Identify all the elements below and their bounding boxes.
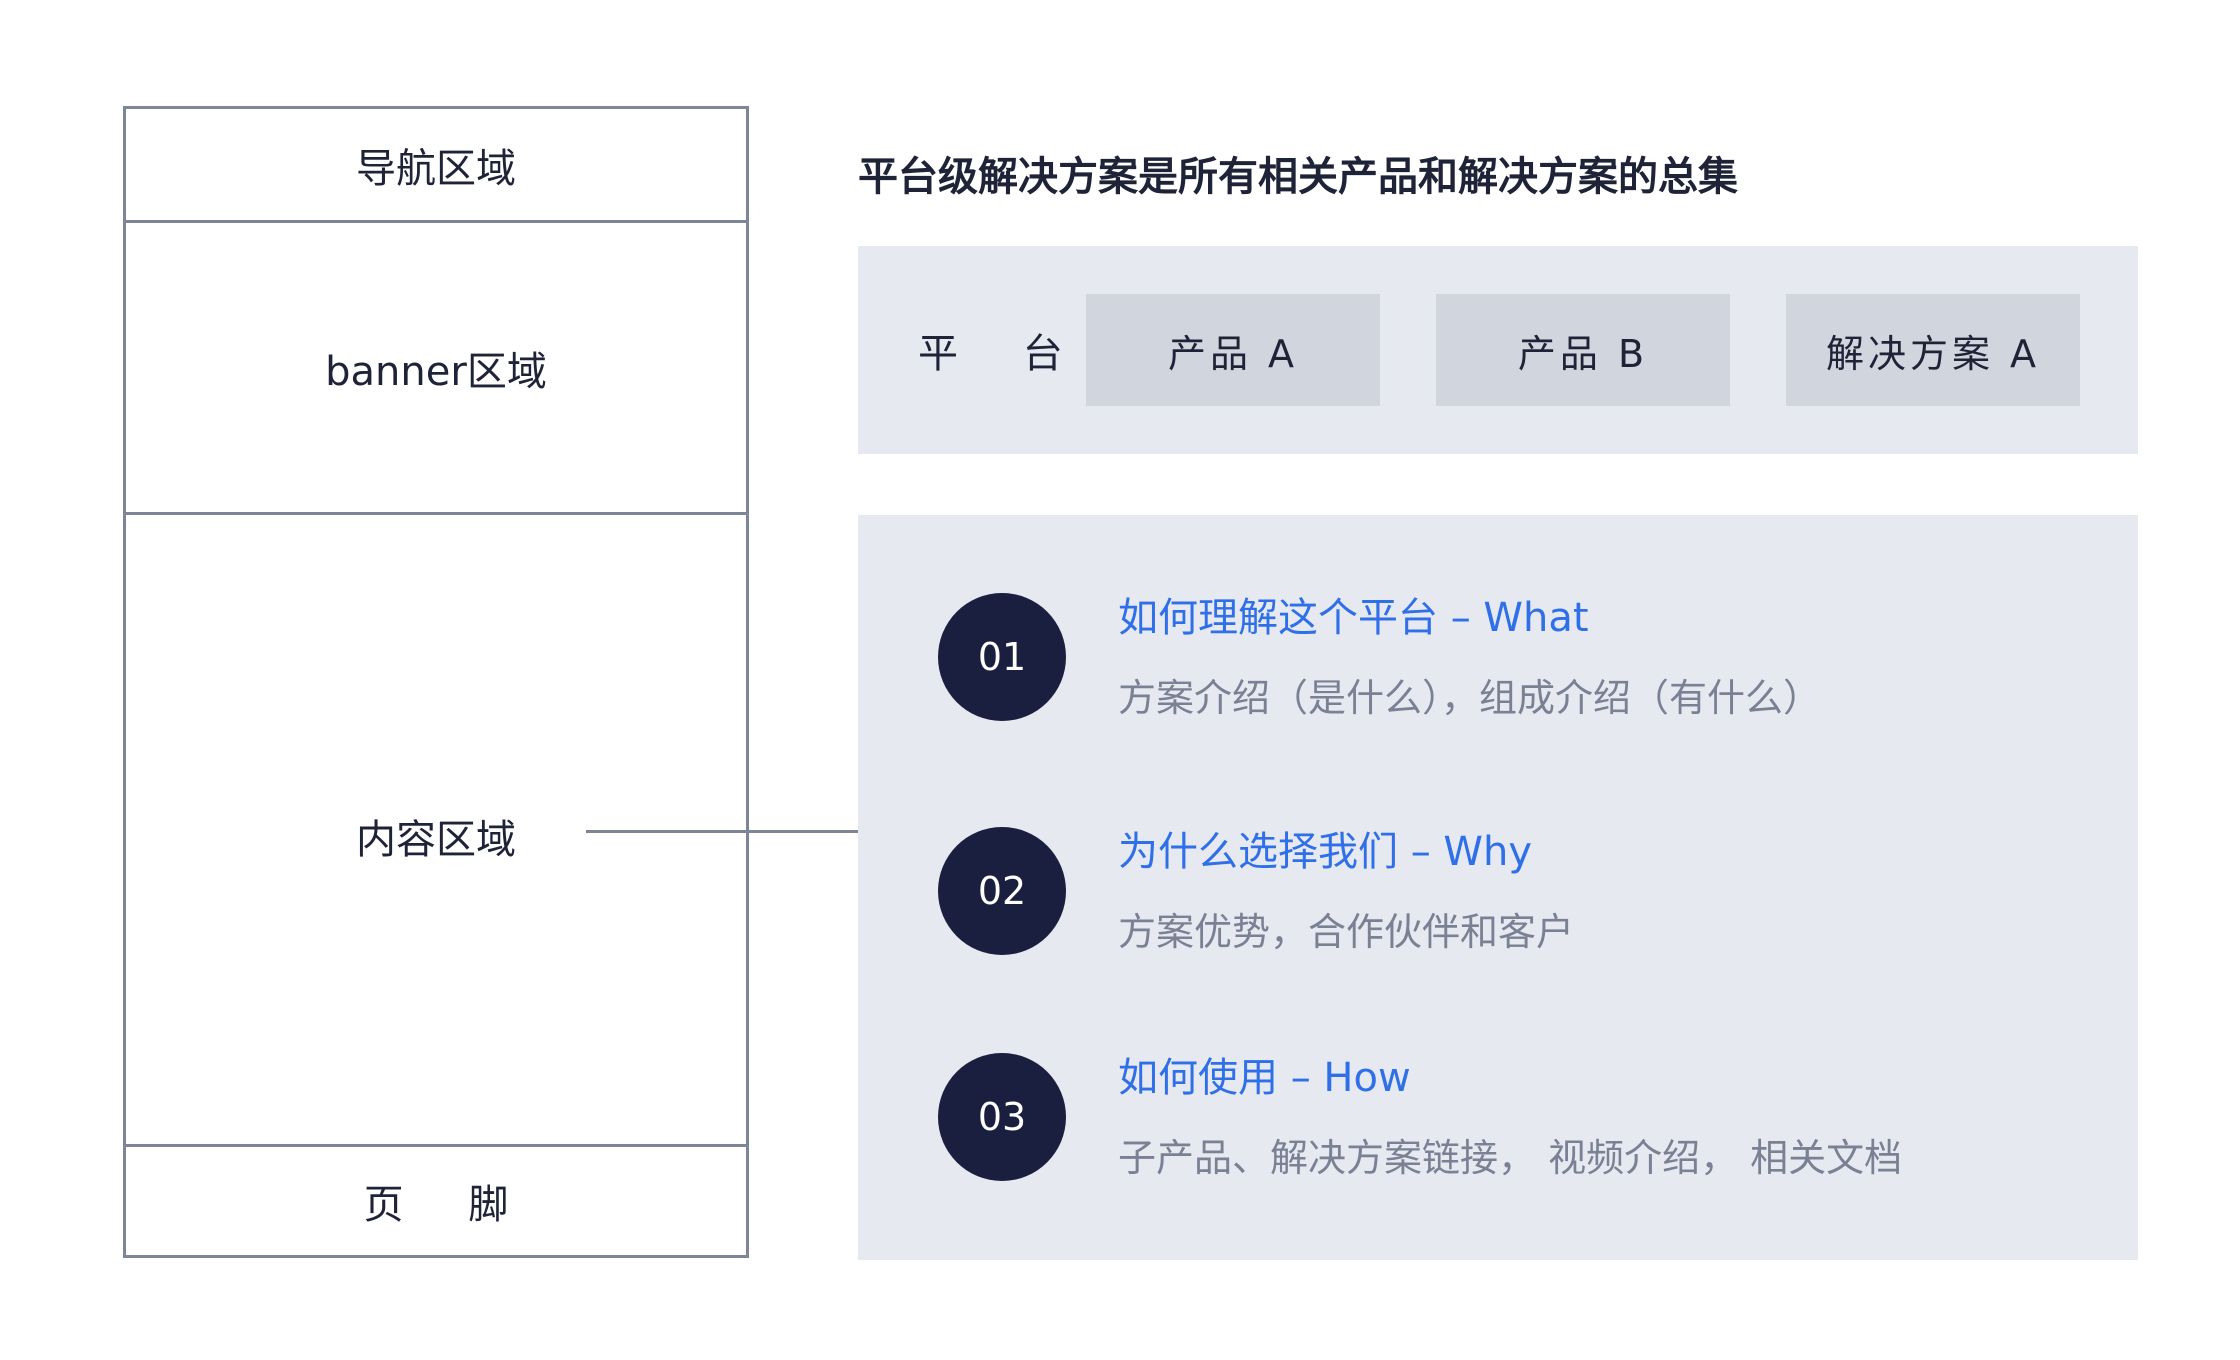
- item-description: 方案优势，合作伙伴和客户: [1118, 910, 1575, 954]
- platform-panel: 平 台 产品 A 产品 B 解决方案 A: [858, 246, 2138, 454]
- wireframe-banner-label: banner区域: [325, 348, 547, 395]
- wireframe-content-label: 内容区域: [356, 817, 516, 863]
- wireframe-nav-label: 导航区域: [356, 145, 516, 192]
- item-title: 如何理解这个平台 – What: [1118, 595, 1589, 641]
- wireframe-nav-section: 导航区域: [126, 109, 746, 223]
- number-badge: 01: [938, 593, 1066, 721]
- wireframe-banner-section: banner区域: [126, 223, 746, 515]
- content-item-why: 02 为什么选择我们 – Why 方案优势，合作伙伴和客户: [938, 827, 2098, 957]
- platform-label: 平 台: [918, 331, 1089, 377]
- headline: 平台级解决方案是所有相关产品和解决方案的总集: [858, 154, 1738, 200]
- number-badge: 02: [938, 827, 1066, 955]
- item-description: 方案介绍（是什么），组成介绍（有什么）: [1118, 676, 1822, 720]
- content-item-what: 01 如何理解这个平台 – What 方案介绍（是什么），组成介绍（有什么）: [938, 593, 2098, 723]
- connector-line: [586, 830, 858, 833]
- item-description: 子产品、解决方案链接， 视频介绍， 相关文档: [1118, 1136, 1903, 1180]
- number-badge: 03: [938, 1053, 1066, 1181]
- wireframe-footer-label: 页 脚: [363, 1182, 535, 1228]
- content-item-how: 03 如何使用 – How 子产品、解决方案链接， 视频介绍， 相关文档: [938, 1053, 2098, 1183]
- wireframe-footer-section: 页 脚: [126, 1147, 746, 1255]
- content-panel: 01 如何理解这个平台 – What 方案介绍（是什么），组成介绍（有什么） 0…: [858, 515, 2138, 1260]
- item-title: 如何使用 – How: [1118, 1055, 1411, 1101]
- product-a-chip: 产品 A: [1086, 294, 1380, 406]
- page-structure-wireframe: 导航区域 banner区域 内容区域 页 脚: [123, 106, 749, 1258]
- product-b-chip: 产品 B: [1436, 294, 1730, 406]
- solution-a-chip: 解决方案 A: [1786, 294, 2080, 406]
- item-title: 为什么选择我们 – Why: [1118, 829, 1533, 875]
